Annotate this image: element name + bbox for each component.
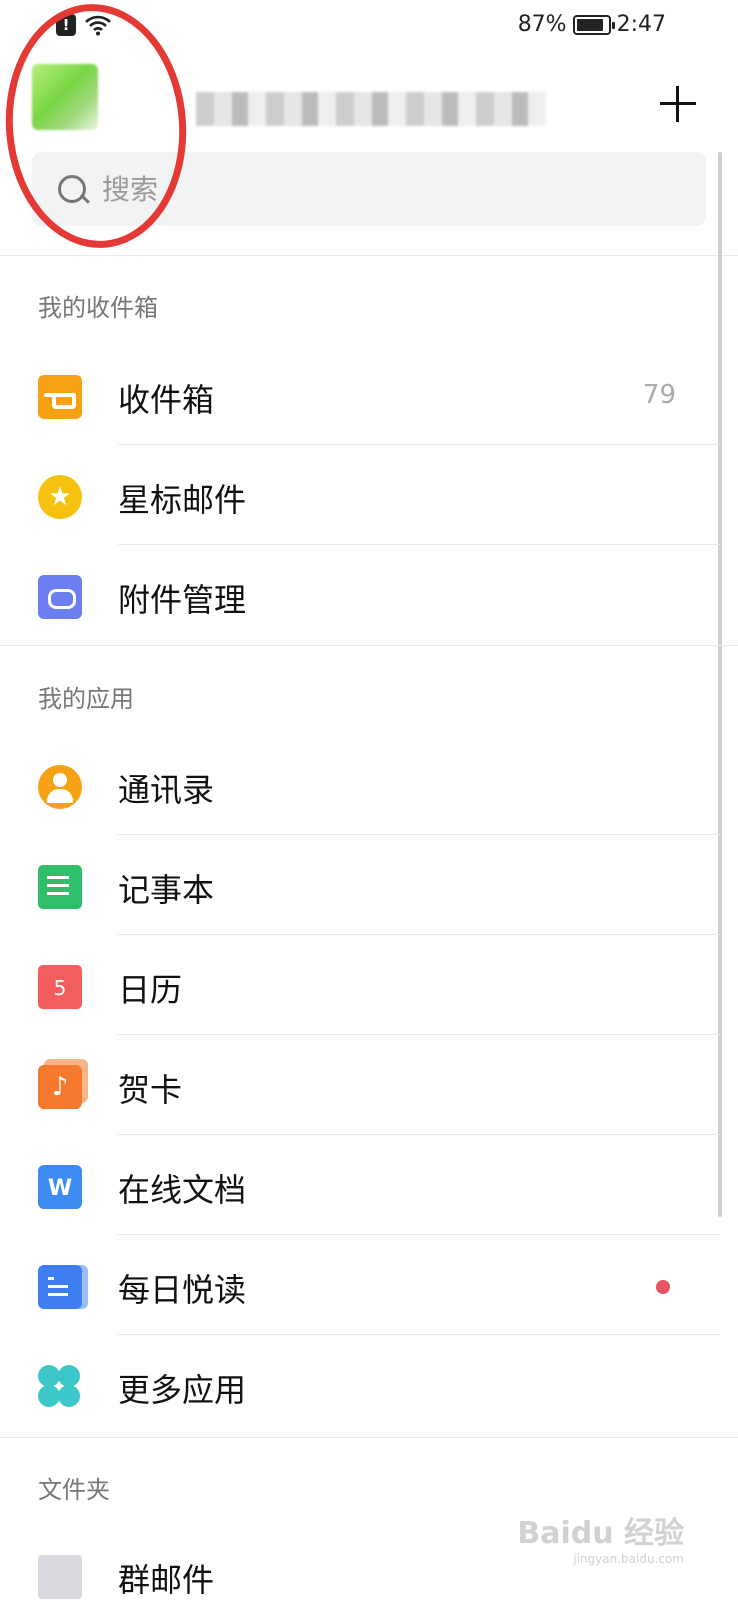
- section-title-folders: 文件夹: [38, 1476, 110, 1504]
- mail-header: [0, 56, 738, 156]
- more-apps-icon-dot: [38, 1365, 60, 1387]
- watermark-sub: jingyan.baidu.com: [573, 1552, 684, 1566]
- battery-icon: [572, 14, 615, 35]
- folder-item-label: 星标邮件: [118, 481, 247, 519]
- app-item-label: 记事本: [118, 871, 215, 909]
- unread-dot: [656, 1280, 670, 1294]
- section-title-inbox: 我的收件箱: [38, 294, 158, 322]
- section-divider: [0, 645, 738, 646]
- contacts-icon: [38, 765, 82, 809]
- folder-item-starred[interactable]: ★ 星标邮件: [0, 445, 720, 545]
- status-bar: ! 87% 2:47: [0, 0, 738, 56]
- unread-count: 79: [642, 380, 676, 410]
- calendar-icon: 5: [38, 965, 82, 1009]
- alert-icon: !: [56, 14, 76, 36]
- app-item-label: 更多应用: [118, 1371, 247, 1409]
- more-apps-icon: [38, 1365, 82, 1409]
- app-item-contacts[interactable]: 通讯录: [0, 735, 720, 835]
- account-name-blurred[interactable]: [196, 92, 546, 126]
- app-item-daily-reading[interactable]: 每日悦读: [0, 1235, 720, 1335]
- greeting-card-icon: ♪: [38, 1065, 82, 1109]
- app-item-more-apps[interactable]: 更多应用: [0, 1335, 720, 1435]
- online-doc-icon: W: [38, 1165, 82, 1209]
- more-apps-icon-dot: [58, 1365, 80, 1387]
- app-item-label: 每日悦读: [118, 1271, 247, 1309]
- section-divider: [0, 1437, 738, 1438]
- header-divider: [0, 255, 738, 256]
- baidu-watermark: Baidu 经验 jingyan.baidu.com: [517, 1508, 684, 1566]
- add-button[interactable]: [658, 84, 698, 124]
- app-item-greeting-card[interactable]: ♪ 贺卡: [0, 1035, 720, 1135]
- app-item-label: 通讯录: [118, 771, 215, 809]
- search-icon: [56, 173, 88, 205]
- app-item-label: 日历: [118, 971, 183, 1009]
- notepad-icon: [38, 865, 82, 909]
- search-bar[interactable]: [32, 152, 706, 226]
- app-item-label: 贺卡: [118, 1071, 183, 1109]
- attachment-icon: [38, 575, 82, 619]
- account-avatar[interactable]: [32, 64, 98, 130]
- wifi-icon: [85, 15, 111, 36]
- section-title-apps: 我的应用: [38, 685, 134, 713]
- status-right: 87% 2:47: [518, 12, 666, 37]
- app-item-online-doc[interactable]: W 在线文档: [0, 1135, 720, 1235]
- inbox-tray-icon: [38, 375, 82, 419]
- folder-item-label: 收件箱: [118, 381, 215, 419]
- app-item-notepad[interactable]: 记事本: [0, 835, 720, 935]
- folder-item-label: 群邮件: [118, 1561, 215, 1599]
- more-apps-icon-dot: [58, 1385, 80, 1407]
- status-left: !: [56, 14, 112, 36]
- daily-reading-icon: [38, 1265, 82, 1309]
- more-apps-icon-dot: [38, 1385, 60, 1407]
- folder-item-label: 附件管理: [118, 581, 247, 619]
- folder-item-inbox[interactable]: 收件箱 79: [0, 345, 720, 445]
- battery-percent: 87%: [517, 12, 567, 37]
- battery-fill: [576, 18, 603, 31]
- search-input[interactable]: [102, 172, 662, 206]
- app-item-label: 在线文档: [118, 1171, 247, 1209]
- folder-icon: [38, 1555, 82, 1599]
- clock: 2:47: [616, 12, 666, 37]
- folder-item-attachments[interactable]: 附件管理: [0, 545, 720, 645]
- star-icon: ★: [38, 475, 82, 519]
- watermark-text: Baidu 经验: [517, 1516, 684, 1551]
- app-item-calendar[interactable]: 5 日历: [0, 935, 720, 1035]
